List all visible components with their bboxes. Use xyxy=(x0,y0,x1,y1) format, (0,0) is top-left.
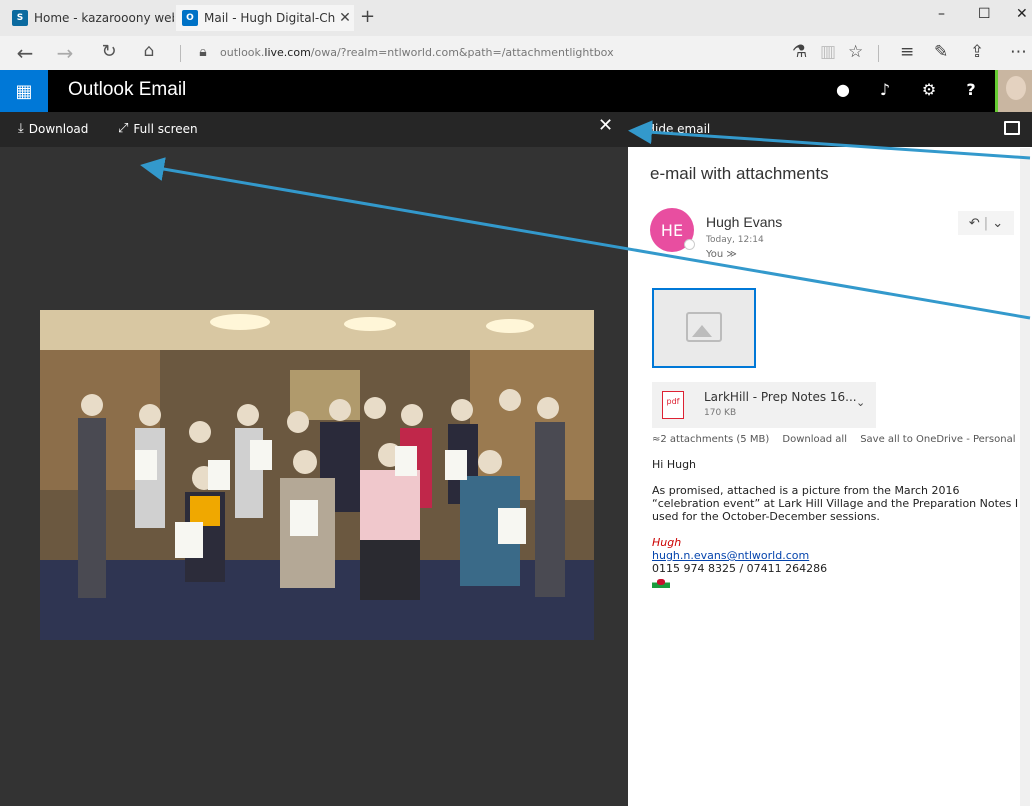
photo-illustration xyxy=(40,310,594,640)
help-icon[interactable]: ? xyxy=(960,79,982,101)
divider xyxy=(180,45,181,62)
lightbox-toolbar: ⤓ Download ⤢ Full screen xyxy=(0,112,628,147)
scrollbar[interactable] xyxy=(1020,148,1030,806)
attachments-bar: ≈2 attachments (5 MB) Download all Save … xyxy=(652,434,1026,445)
email-timestamp: Today, 12:14 xyxy=(706,235,764,245)
app-title[interactable]: Outlook Email xyxy=(68,79,186,101)
back-arrow-icon[interactable]: ← xyxy=(12,41,38,65)
gear-icon[interactable]: ⚙ xyxy=(918,79,940,101)
pane-header: Hide email xyxy=(628,112,1032,147)
download-all-link[interactable]: Download all xyxy=(782,434,847,445)
url-field[interactable]: outlook.live.com/owa/?realm=ntlworld.com… xyxy=(220,46,614,59)
save-to-onedrive-link[interactable]: Save all to OneDrive - Personal xyxy=(860,434,1015,445)
browser-tab-home[interactable]: S Home - kazarooony webde xyxy=(6,5,174,31)
browser-tab-mail[interactable]: O Mail - Hugh Digital-Cha ✕ xyxy=(176,5,354,31)
pdf-icon: pdf xyxy=(662,391,684,419)
url-host: live.com xyxy=(264,46,311,59)
email-subject: e-mail with attachments xyxy=(650,164,829,183)
new-tab-button[interactable]: + xyxy=(360,6,375,27)
group-photo[interactable] xyxy=(40,310,594,640)
minimize-icon[interactable]: – xyxy=(938,6,945,22)
share-icon[interactable]: ⇪ xyxy=(970,42,984,62)
bell-icon[interactable]: ♪ xyxy=(874,79,896,101)
popout-icon[interactable] xyxy=(1004,121,1020,135)
welsh-flag-icon xyxy=(652,577,670,588)
maximize-icon[interactable]: ☐ xyxy=(978,6,991,22)
reading-view-icon[interactable]: ▥ xyxy=(820,42,836,62)
recipient-field[interactable]: You ≫ xyxy=(706,249,737,260)
attachment-name: LarkHill - Prep Notes 16... xyxy=(704,390,857,404)
close-lightbox-icon[interactable]: ✕ xyxy=(598,115,613,136)
image-attachment-thumbnail[interactable] xyxy=(652,288,756,368)
attachments-summary[interactable]: ≈2 attachments (5 MB) xyxy=(652,434,769,445)
app-launcher-icon[interactable]: ▦ xyxy=(0,70,48,112)
hide-email-button[interactable]: Hide email xyxy=(646,122,710,136)
favorite-star-icon[interactable]: ☆ xyxy=(848,42,863,62)
lock-icon: 🔒︎ xyxy=(199,44,207,60)
hub-icon[interactable]: ≡ xyxy=(900,42,914,62)
web-note-icon[interactable]: ✎ xyxy=(934,42,948,62)
download-icon: ⤓ xyxy=(18,121,24,136)
email-body: Hi Hugh As promised, attached is a pictu… xyxy=(652,458,1024,591)
sender-avatar[interactable]: HE xyxy=(650,208,695,252)
download-button[interactable]: ⤓ Download xyxy=(18,121,88,136)
download-label: Download xyxy=(28,121,89,136)
forward-arrow-icon[interactable]: → xyxy=(52,41,78,65)
browser-tab-bar: S Home - kazarooony webde O Mail - Hugh … xyxy=(0,0,1032,36)
reply-button[interactable]: ↶ | ⌄ xyxy=(958,211,1014,235)
image-icon xyxy=(686,312,722,342)
refresh-icon[interactable]: ↻ xyxy=(96,41,122,62)
url-prefix: outlook. xyxy=(220,46,265,59)
extension-icon[interactable]: ⚗ xyxy=(792,42,807,62)
more-icon[interactable]: ⋯ xyxy=(1010,42,1027,62)
signature-name: Hugh xyxy=(652,536,682,549)
chevron-down-icon: ⌄ xyxy=(992,215,1004,231)
greeting: Hi Hugh xyxy=(652,458,697,471)
home-icon[interactable]: ⌂ xyxy=(136,41,162,61)
window-close-icon[interactable]: ✕ xyxy=(1016,6,1028,22)
sender-name[interactable]: Hugh Evans xyxy=(706,214,782,230)
url-path: /owa/?realm=ntlworld.com&path=/attachmen… xyxy=(310,46,614,59)
chat-icon[interactable]: ● xyxy=(832,79,854,101)
pdf-attachment-card[interactable]: pdf LarkHill - Prep Notes 16... 170 KB ⌄ xyxy=(652,382,876,428)
outlook-icon: O xyxy=(182,10,198,26)
sharepoint-icon: S xyxy=(12,10,28,26)
signature-phone: 0115 974 8325 / 07411 264286 xyxy=(652,562,828,575)
outlook-header: ▦ Outlook Email ● ♪ ⚙ ? xyxy=(0,70,1032,112)
close-tab-icon[interactable]: ✕ xyxy=(336,10,354,26)
tab-title: Home - kazarooony webde xyxy=(34,11,174,25)
chevron-down-icon[interactable]: ⌄ xyxy=(856,396,865,409)
fullscreen-button[interactable]: ⤢ Full screen xyxy=(118,121,198,136)
address-bar: ← → ↻ ⌂ 🔒︎ outlook.live.com/owa/?realm=n… xyxy=(0,36,1032,71)
user-avatar[interactable] xyxy=(995,70,1032,112)
fullscreen-label: Full screen xyxy=(133,121,198,136)
signature-email-link[interactable]: hugh.n.evans@ntlworld.com xyxy=(652,549,1024,562)
tab-title: Mail - Hugh Digital-Cha xyxy=(204,11,336,25)
divider: | xyxy=(983,215,989,231)
body-paragraph: As promised, attached is a picture from … xyxy=(652,484,1019,523)
reading-pane: Hide email e-mail with attachments HE Hu… xyxy=(628,112,1032,806)
reply-icon: ↶ xyxy=(968,215,980,231)
expand-icon: ⤢ xyxy=(118,121,129,136)
attachment-size: 170 KB xyxy=(704,408,737,418)
divider xyxy=(878,45,879,62)
